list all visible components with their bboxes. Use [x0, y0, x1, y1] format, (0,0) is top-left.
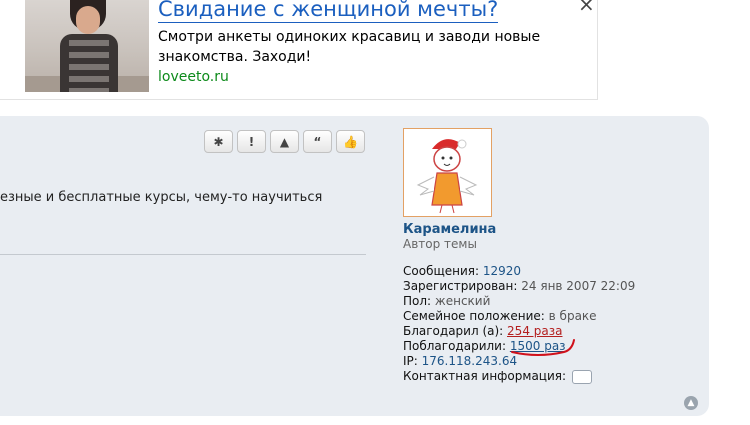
warn-button[interactable]: ! [237, 130, 266, 153]
ad-description: Смотри анкеты одиноких красавиц и заводи… [158, 29, 541, 65]
was-thanked-label: Поблагодарили: [403, 339, 507, 353]
user-messages-row: Сообщения: 12920 [403, 264, 521, 279]
ad-banner[interactable]: Свидание с женщиной мечты? Смотри анкеты… [0, 0, 598, 100]
user-name-link[interactable]: Карамелина [403, 222, 496, 237]
ip-label: IP: [403, 354, 418, 368]
messages-label: Сообщения: [403, 264, 480, 278]
post-divider [0, 254, 366, 255]
like-button[interactable]: 👍 [336, 130, 365, 153]
thanked-value-link[interactable]: 254 раза [507, 324, 562, 338]
user-contact-row: Контактная информация: [403, 369, 592, 384]
user-thanked-row: Благодарил (а): 254 раза [403, 324, 562, 339]
ad-title-link[interactable]: Свидание с женщиной мечты? [158, 0, 499, 23]
user-marital-row: Семейное положение: в браке [403, 309, 597, 324]
ip-value-link[interactable]: 176.118.243.64 [422, 354, 517, 368]
post-panel [0, 116, 709, 416]
user-avatar[interactable] [403, 128, 492, 217]
gender-value: женский [434, 294, 491, 308]
post-toolbar: ✱ ! ▲ “ 👍 [204, 130, 365, 153]
speech-bubble-icon[interactable] [571, 369, 592, 384]
messages-value-link[interactable]: 12920 [483, 264, 521, 278]
top-button[interactable]: ▲ [270, 130, 299, 153]
quote-button[interactable]: “ [303, 130, 332, 153]
user-registered-row: Зарегистрирован: 24 янв 2007 22:09 [403, 279, 635, 294]
scroll-to-top-icon[interactable]: ▲ [684, 396, 698, 410]
report-button[interactable]: ✱ [204, 130, 233, 153]
user-gender-row: Пол: женский [403, 294, 490, 309]
ad-photo[interactable] [25, 0, 149, 92]
thanked-label: Благодарил (а): [403, 324, 504, 338]
angel-avatar-icon [416, 139, 478, 214]
post-text: езные и бесплатные курсы, чему-то научит… [0, 190, 323, 205]
contact-label: Контактная информация: [403, 369, 567, 383]
marital-label: Семейное положение: [403, 309, 545, 323]
registered-value: 24 янв 2007 22:09 [521, 279, 636, 293]
registered-label: Зарегистрирован: [403, 279, 518, 293]
gender-label: Пол: [403, 294, 432, 308]
user-ip-row: IP: 176.118.243.64 [403, 354, 517, 369]
red-scribble-underline [511, 339, 575, 356]
ad-close-icon[interactable]: × [578, 0, 595, 16]
user-title: Автор темы [403, 237, 477, 251]
ad-url-link[interactable]: loveeto.ru [158, 69, 229, 85]
marital-value: в браке [548, 309, 597, 323]
